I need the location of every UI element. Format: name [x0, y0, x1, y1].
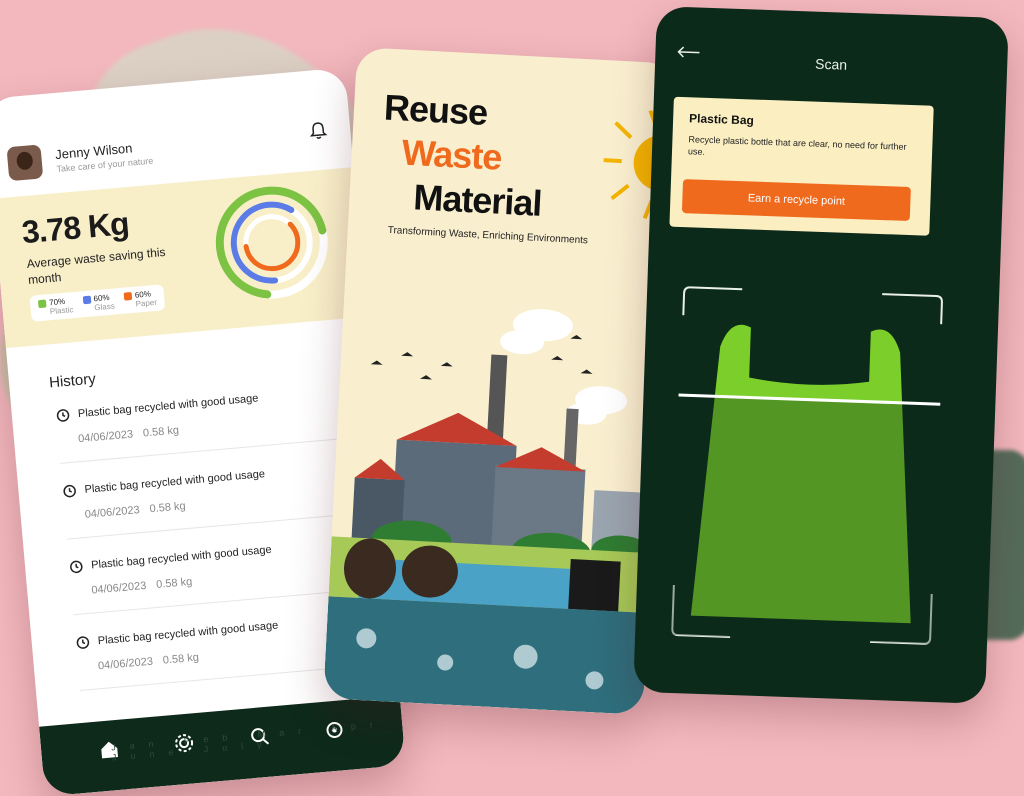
history-item[interactable]: Plastic bag recycled with good usage 04/… — [75, 612, 370, 691]
history-icon — [56, 409, 70, 422]
history-icon — [70, 560, 83, 574]
bell-icon[interactable] — [307, 119, 329, 141]
waste-summary: 3.78 Kg Average waste saving this month … — [0, 167, 367, 349]
legend-plastic: 70% Plastic — [37, 296, 74, 317]
promo-line-2: Waste — [400, 131, 503, 178]
scan-title: Scan — [814, 55, 848, 73]
factory-illustration — [323, 309, 655, 715]
scan-phone: Scan Plastic Bag Recycle plastic bottle … — [633, 6, 1009, 704]
history-icon — [63, 484, 76, 498]
history-icon — [76, 636, 90, 649]
promo-line-3: Material — [412, 176, 543, 224]
waste-amount: 3.78 Kg — [20, 205, 130, 251]
item-description: Recycle plastic bottle that are clear, n… — [687, 134, 907, 157]
promo-line-1: Reuse — [383, 86, 489, 133]
history-item[interactable]: Plastic bag recycled with good usage 04/… — [55, 385, 350, 464]
profile-header: Jenny Wilson Take care of your nature — [6, 135, 154, 182]
item-card: Plastic Bag Recycle plastic bottle that … — [669, 96, 934, 236]
category-legend: 70% Plastic 60% Glass 60% Paper — [29, 284, 166, 322]
history-item[interactable]: Plastic bag recycled with good usage 04/… — [62, 460, 356, 540]
legend-glass: 60% Glass — [82, 293, 115, 314]
history-title: History — [48, 370, 97, 392]
progress-rings — [215, 186, 328, 299]
legend-paper: 60% Paper — [123, 289, 157, 310]
promo-phone: Reuse Waste Material Transforming Waste,… — [323, 47, 677, 715]
waste-caption: Average waste saving this month — [26, 244, 167, 287]
earn-point-button[interactable]: Earn a recycle point — [681, 179, 911, 222]
scan-frame — [670, 286, 943, 645]
history-item[interactable]: Plastic bag recycled with good usage 04/… — [69, 536, 363, 616]
item-title: Plastic Bag — [688, 111, 755, 128]
avatar[interactable] — [6, 144, 44, 182]
